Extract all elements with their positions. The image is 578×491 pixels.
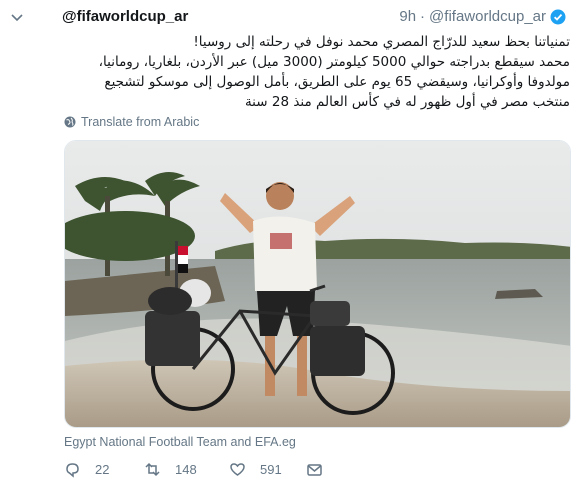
envelope-icon <box>307 464 322 476</box>
cyclist-photo <box>65 141 570 427</box>
tweet-text: تمنياتنا بحظ سعيد للدرّاج المصري محمد نو… <box>62 32 570 112</box>
action-bar: 22 148 591 <box>64 461 564 481</box>
tweet-photo[interactable] <box>64 140 571 428</box>
globe-icon <box>64 116 76 128</box>
retweet-count: 148 <box>175 462 197 477</box>
like-button[interactable]: 591 <box>229 461 282 478</box>
reply-count: 22 <box>95 462 110 477</box>
tweet-time[interactable]: 9h <box>399 8 416 25</box>
tweet-text-line: تمنياتنا بحظ سعيد للدرّاج المصري محمد نو… <box>193 34 570 50</box>
like-count: 591 <box>260 462 282 477</box>
tweet-card: @fifaworldcup_ar 9h · @fifaworldcup_ar ت… <box>0 0 578 491</box>
tweet-text-line: مولدوفا وأوكرانيا، وسيقضي 65 يوم على الط… <box>104 74 570 90</box>
reply-icon <box>66 463 79 478</box>
reply-button[interactable]: 22 <box>64 461 109 478</box>
verified-badge-icon <box>550 9 566 24</box>
media-credit[interactable]: Egypt National Football Team and EFA.eg <box>64 435 296 449</box>
separator-dot: · <box>420 8 426 25</box>
header-meta: 9h · @fifaworldcup_ar <box>399 8 566 25</box>
chevron-down-icon[interactable] <box>10 10 24 24</box>
heart-icon <box>230 463 245 476</box>
tweet-text-line: منتخب مصر في أول ظهور له في كأس العالم م… <box>244 94 570 110</box>
translate-label[interactable]: Translate from Arabic <box>81 115 199 129</box>
tweet-handle[interactable]: @fifaworldcup_ar <box>429 8 546 25</box>
tweet-header: @fifaworldcup_ar 9h · @fifaworldcup_ar <box>0 6 578 28</box>
message-button[interactable] <box>306 461 323 478</box>
tweet-text-line: محمد سيقطع بدراجته حوالي 5000 كيلومتر (3… <box>98 54 570 70</box>
translate-link[interactable]: Translate from Arabic <box>64 115 199 129</box>
retweet-icon <box>145 462 160 477</box>
account-name[interactable]: @fifaworldcup_ar <box>62 8 188 25</box>
retweet-button[interactable]: 148 <box>144 461 197 478</box>
